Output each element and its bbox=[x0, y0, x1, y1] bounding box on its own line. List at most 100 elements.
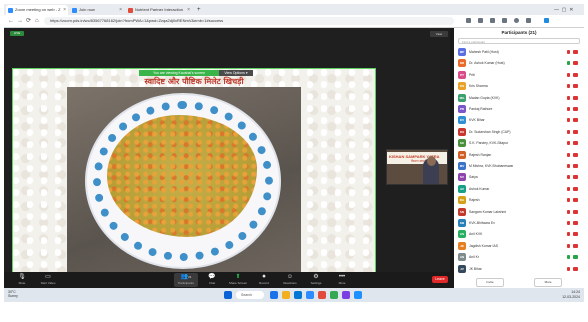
video-status-icon[interactable] bbox=[573, 107, 578, 111]
video-status-icon[interactable] bbox=[573, 72, 578, 77]
video-status-icon[interactable] bbox=[573, 175, 578, 180]
taskbar-app-icon[interactable] bbox=[282, 291, 290, 299]
participant-row[interactable]: DS Dr. Sudarshan Singh (CAP) bbox=[456, 127, 582, 137]
close-tab-icon[interactable]: × bbox=[187, 5, 190, 15]
settings-menu-icon[interactable] bbox=[526, 18, 531, 23]
participant-search-input[interactable]: Find a participant bbox=[458, 38, 580, 44]
mic-status-icon[interactable] bbox=[567, 266, 570, 271]
participant-row[interactable]: JK Jagdish Kumar IAS bbox=[456, 241, 582, 251]
mic-status-icon[interactable] bbox=[567, 84, 570, 89]
mic-status-icon[interactable] bbox=[567, 107, 570, 111]
participant-row[interactable]: KB KVK-Bhilwara Ex bbox=[456, 218, 582, 228]
extensions-icon[interactable] bbox=[478, 18, 483, 23]
participant-row[interactable]: AS Anil KVK bbox=[456, 229, 582, 239]
start-icon[interactable] bbox=[224, 291, 232, 299]
profile-icon[interactable] bbox=[514, 18, 519, 23]
clock[interactable]: 14:24 12-03-2024 bbox=[556, 290, 580, 300]
taskbar-search[interactable]: Search bbox=[236, 291, 264, 299]
mic-status-icon[interactable] bbox=[567, 152, 570, 157]
video-status-icon[interactable] bbox=[573, 84, 578, 89]
chat-button[interactable]: 💬 Chat bbox=[200, 273, 224, 287]
mic-status-icon[interactable] bbox=[567, 221, 570, 225]
participant-row[interactable]: SK S.K. Pandey, KVK-Sitapur bbox=[456, 138, 582, 148]
view-button[interactable]: View bbox=[430, 31, 448, 37]
mic-status-icon[interactable] bbox=[567, 243, 570, 248]
taskbar-app-icon[interactable] bbox=[318, 291, 326, 299]
reactions-button[interactable]: ☺ Reactions bbox=[278, 273, 302, 287]
mic-status-icon[interactable] bbox=[567, 232, 570, 237]
taskbar-app-icon[interactable] bbox=[294, 291, 302, 299]
taskbar-app-icon[interactable] bbox=[306, 291, 314, 299]
more-options-button[interactable]: More bbox=[534, 278, 562, 287]
more-button[interactable]: ••• More bbox=[330, 273, 354, 287]
mic-status-icon[interactable] bbox=[567, 129, 570, 134]
weather-widget[interactable]: 30°C Sunny bbox=[8, 290, 18, 298]
share-screen-button[interactable]: ⬆ Share Screen bbox=[226, 273, 250, 287]
mic-status-icon[interactable] bbox=[567, 72, 570, 77]
participants-button[interactable]: 👥21 Participants bbox=[174, 273, 198, 287]
participant-row[interactable]: AV Ashok Kumar bbox=[456, 184, 582, 194]
taskbar-app-icon[interactable] bbox=[270, 291, 278, 299]
video-status-icon[interactable] bbox=[573, 164, 578, 168]
close-tab-icon[interactable]: × bbox=[63, 5, 66, 15]
mic-status-icon[interactable] bbox=[567, 95, 570, 100]
back-icon[interactable]: ← bbox=[8, 17, 14, 25]
video-status-icon[interactable] bbox=[573, 209, 578, 214]
browser-tab-1[interactable]: Zoom meeting on web - Z × bbox=[6, 5, 68, 15]
mic-status-icon[interactable] bbox=[567, 209, 570, 214]
participant-row[interactable]: MG Madan Gupta (KVK) bbox=[456, 93, 582, 103]
mic-status-icon[interactable] bbox=[567, 61, 570, 66]
window-controls[interactable]: — ▢ ✕ bbox=[552, 5, 582, 15]
video-status-icon[interactable] bbox=[573, 198, 578, 203]
browser-tab-2[interactable]: Join now × bbox=[70, 5, 124, 15]
mic-status-icon[interactable] bbox=[567, 255, 570, 260]
mic-status-icon[interactable] bbox=[567, 186, 570, 191]
downloads-icon[interactable] bbox=[502, 18, 507, 23]
participant-row[interactable]: MP Mahesh Patil (Host) bbox=[456, 47, 582, 57]
taskbar-app-icon[interactable] bbox=[330, 291, 338, 299]
invite-button[interactable]: Invite bbox=[476, 278, 504, 287]
mic-status-icon[interactable] bbox=[567, 198, 570, 203]
collections-icon[interactable] bbox=[490, 18, 495, 23]
mic-status-icon[interactable] bbox=[567, 118, 570, 123]
video-status-icon[interactable] bbox=[573, 61, 578, 66]
participant-row[interactable]: PR Pankaj Rathore bbox=[456, 104, 582, 114]
participant-row[interactable]: RA Rajesh bbox=[456, 195, 582, 205]
mic-status-icon[interactable] bbox=[567, 164, 570, 168]
mic-status-icon[interactable] bbox=[567, 175, 570, 180]
participant-row[interactable]: KS Kris Sharma bbox=[456, 81, 582, 91]
participant-row[interactable]: DR Dr. Ashok Kumar (Host) bbox=[456, 58, 582, 68]
video-status-icon[interactable] bbox=[573, 141, 578, 146]
video-status-icon[interactable] bbox=[573, 266, 578, 271]
mic-status-icon[interactable] bbox=[567, 50, 570, 54]
taskbar-app-icon[interactable] bbox=[354, 291, 362, 299]
favorites-icon[interactable] bbox=[466, 18, 471, 23]
leave-button[interactable]: Leave bbox=[432, 276, 448, 283]
video-status-icon[interactable] bbox=[573, 118, 578, 123]
participant-row[interactable]: JV JK Bihar bbox=[456, 264, 582, 274]
close-tab-icon[interactable]: × bbox=[119, 5, 122, 15]
taskbar-app-icon[interactable] bbox=[342, 291, 350, 299]
participant-row[interactable]: AN Anil Kr bbox=[456, 252, 582, 262]
participant-row[interactable]: MV M Mishra, KVK Bhubaneswar bbox=[456, 161, 582, 171]
video-status-icon[interactable] bbox=[573, 232, 578, 237]
participant-row[interactable]: RR Rajesh Ranjan bbox=[456, 150, 582, 160]
participant-row[interactable]: SN Sangam Kumar Lakshmi bbox=[456, 207, 582, 217]
forward-icon[interactable]: → bbox=[17, 17, 23, 25]
record-button[interactable]: ⏺ Record bbox=[252, 273, 276, 287]
video-status-icon[interactable] bbox=[573, 129, 578, 134]
video-status-icon[interactable] bbox=[573, 221, 578, 225]
participant-video-thumbnail[interactable]: KISHAN SAMPARK YATRA किसान सम्पर्क bbox=[386, 149, 448, 185]
mute-button[interactable]: 🎙 Mute bbox=[10, 273, 34, 287]
browser-tab-3[interactable]: Nutrient Partner Interaction × bbox=[126, 5, 192, 15]
video-status-icon[interactable] bbox=[573, 255, 578, 260]
participant-row[interactable]: KV KVK Bihar bbox=[456, 115, 582, 125]
video-status-icon[interactable] bbox=[573, 243, 578, 248]
edge-copilot-icon[interactable] bbox=[544, 18, 549, 23]
mic-status-icon[interactable] bbox=[567, 141, 570, 146]
video-status-icon[interactable] bbox=[573, 186, 578, 191]
video-status-icon[interactable] bbox=[573, 50, 578, 54]
home-icon[interactable]: ⌂ bbox=[35, 17, 39, 25]
new-tab-button[interactable]: + bbox=[194, 5, 206, 15]
reload-icon[interactable]: ⟳ bbox=[26, 17, 31, 25]
